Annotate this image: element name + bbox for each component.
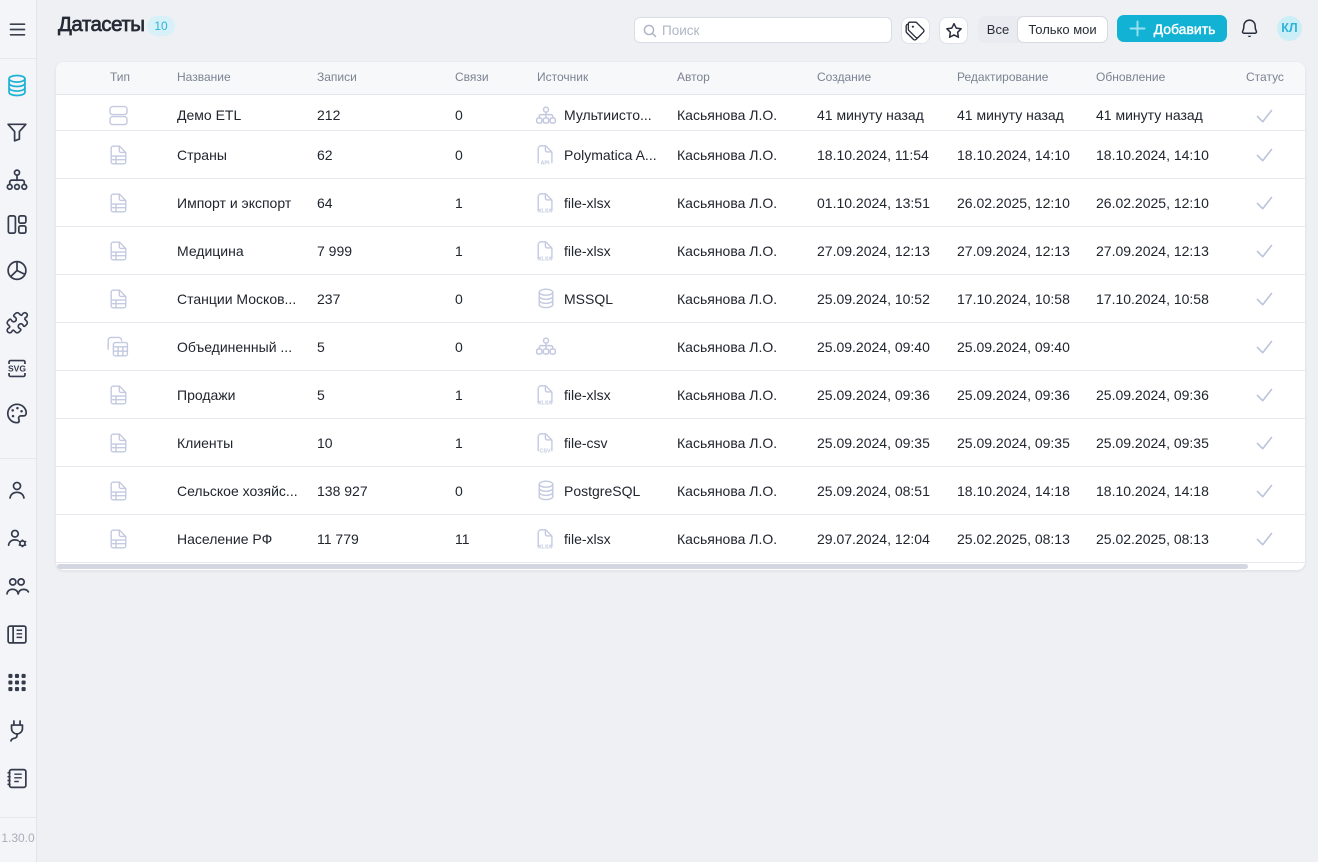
svg-text:XLSX: XLSX — [538, 208, 552, 213]
svg-text:SVG: SVG — [8, 364, 26, 374]
svg-text:API: API — [541, 160, 550, 165]
svg-text:XLSX: XLSX — [538, 544, 552, 549]
svg-text:XLSX: XLSX — [538, 400, 552, 405]
svg-text:CSV: CSV — [539, 448, 550, 453]
svg-text:XLSX: XLSX — [538, 256, 552, 261]
